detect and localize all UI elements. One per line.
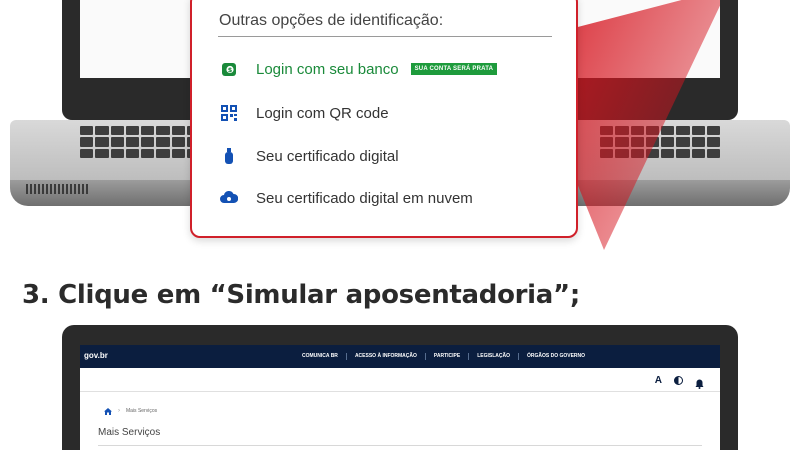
- step-heading: 3. Clique em “Simular aposentadoria”;: [22, 280, 580, 310]
- card-title: Outras opções de identificação:: [219, 12, 444, 29]
- cloud-certificate-icon: [218, 187, 240, 209]
- bell-icon[interactable]: [695, 376, 704, 389]
- gov-logo[interactable]: gov.br: [84, 351, 108, 360]
- home-icon[interactable]: [104, 402, 112, 420]
- option-login-qr[interactable]: Login com QR code: [218, 102, 389, 124]
- option-label: Login com seu banco: [256, 60, 399, 78]
- gov-header-bar: gov.br COMUNICA BR ACESSO À INFORMAÇÃO P…: [80, 345, 720, 368]
- laptop-vent: [26, 184, 88, 194]
- login-options-card: Outras opções de identificação: $ Login …: [190, 0, 578, 238]
- svg-text:$: $: [228, 66, 233, 74]
- breadcrumb-current: Mais Serviços: [126, 408, 158, 414]
- silver-account-badge: SUA CONTA SERÁ PRATA: [410, 63, 498, 75]
- option-label: Login com QR code: [256, 104, 389, 122]
- card-divider: [218, 36, 552, 37]
- option-certificado-digital[interactable]: Seu certificado digital: [218, 145, 399, 167]
- contrast-icon[interactable]: [674, 376, 683, 385]
- nav-acesso-informacao[interactable]: ACESSO À INFORMAÇÃO: [345, 353, 425, 360]
- breadcrumb: › Mais Serviços: [104, 402, 157, 420]
- usb-token-icon: [218, 145, 240, 167]
- nav-comunica-br[interactable]: COMUNICA BR: [294, 353, 346, 360]
- nav-orgaos-governo[interactable]: ÓRGÃOS DO GOVERNO: [517, 353, 593, 360]
- option-label: Seu certificado digital: [256, 147, 399, 165]
- accessibility-tools: A: [655, 375, 704, 389]
- content-divider: [98, 445, 702, 446]
- option-certificado-nuvem[interactable]: Seu certificado digital em nuvem: [218, 187, 473, 209]
- chevron-right-icon: ›: [118, 408, 120, 414]
- gov-top-nav: COMUNICA BR ACESSO À INFORMAÇÃO PARTICIP…: [294, 353, 593, 360]
- nav-participe[interactable]: PARTICIPE: [424, 353, 468, 360]
- header-divider: [80, 391, 720, 392]
- nav-legislacao[interactable]: LEGISLAÇÃO: [468, 353, 518, 360]
- page-title: Mais Serviços: [98, 427, 161, 438]
- option-label: Seu certificado digital em nuvem: [256, 189, 473, 207]
- bank-login-icon: $: [218, 58, 240, 80]
- option-login-banco[interactable]: $ Login com seu banco SUA CONTA SERÁ PRA…: [218, 58, 498, 80]
- keyboard-left: [80, 126, 200, 158]
- qr-code-icon: [218, 102, 240, 124]
- font-size-button[interactable]: A: [655, 375, 662, 386]
- gov-portal-screen: gov.br COMUNICA BR ACESSO À INFORMAÇÃO P…: [80, 345, 720, 450]
